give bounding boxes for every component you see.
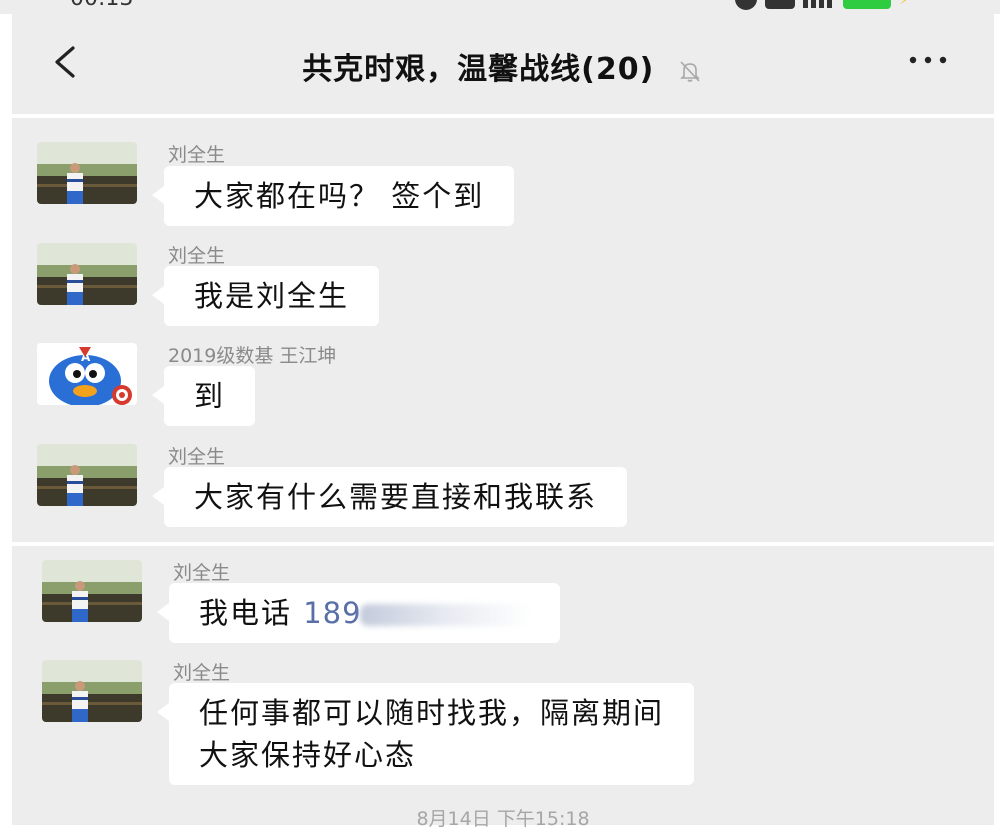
avatar[interactable] xyxy=(37,444,137,506)
message-bubble[interactable]: 我是刘全生 xyxy=(151,266,380,326)
chat-panel-top: 刘全生 大家都在吗？ 签个到 刘全生 我是刘全生 A 2019级数基 王江坤 到… xyxy=(12,118,994,542)
bell-off-icon xyxy=(679,60,700,82)
message-text: 我电话 xyxy=(199,596,304,630)
avatar[interactable] xyxy=(37,243,137,305)
hd-icon xyxy=(765,0,795,9)
signal-icon xyxy=(803,0,835,8)
landscape-photo-icon xyxy=(42,560,142,622)
chat-panel-bottom: 刘全生 我电话 189 刘全生 任何事都可以随时找我，隔离期间 大家保持好心态 … xyxy=(12,546,994,830)
redaction-blur xyxy=(359,604,530,626)
cartoon-captain-icon: A xyxy=(37,343,137,405)
charging-icon: ⚡ xyxy=(899,0,915,9)
more-icon xyxy=(909,56,947,64)
avatar[interactable] xyxy=(42,560,142,622)
landscape-photo-icon xyxy=(37,142,137,204)
message-bubble[interactable]: 任何事都可以随时找我，隔离期间 大家保持好心态 xyxy=(156,683,695,785)
phone-number-link[interactable]: 189 xyxy=(303,596,361,630)
landscape-photo-icon xyxy=(42,660,142,722)
landscape-photo-icon xyxy=(37,243,137,305)
status-bar: 00:13 ⚡ xyxy=(0,0,1000,14)
message-bubble[interactable]: 我电话 189 xyxy=(157,583,560,643)
battery-icon xyxy=(843,0,891,9)
message-bubble[interactable]: 大家有什么需要直接和我联系 xyxy=(151,467,628,527)
avatar[interactable] xyxy=(42,660,142,722)
message-bubble[interactable]: 大家都在吗？ 签个到 xyxy=(151,166,515,226)
sender-name: 刘全生 xyxy=(173,662,231,684)
status-time: 00:13 xyxy=(70,0,133,11)
sender-name: 2019级数基 王江坤 xyxy=(168,345,337,367)
message-line: 大家保持好心态 xyxy=(199,738,417,772)
chat-title: 共克时艰，温馨战线(20) xyxy=(302,52,655,87)
chat-title-row: 共克时艰，温馨战线(20) xyxy=(12,44,994,88)
status-icons: ⚡ xyxy=(735,0,915,10)
more-button[interactable] xyxy=(900,38,956,78)
message-line: 任何事都可以随时找我，隔离期间 xyxy=(199,696,665,730)
chat-header: 共克时艰，温馨战线(20) xyxy=(12,14,994,114)
sender-name: 刘全生 xyxy=(168,446,226,468)
sender-name: 刘全生 xyxy=(168,245,226,267)
alarm-icon xyxy=(735,0,757,10)
message-bubble[interactable]: 到 xyxy=(151,366,256,426)
chat-timestamp: 8月14日 下午15:18 xyxy=(416,808,590,830)
avatar[interactable] xyxy=(37,142,137,204)
sender-name: 刘全生 xyxy=(168,144,226,166)
landscape-photo-icon xyxy=(37,444,137,506)
sender-name: 刘全生 xyxy=(173,562,231,584)
avatar[interactable]: A xyxy=(37,343,137,405)
